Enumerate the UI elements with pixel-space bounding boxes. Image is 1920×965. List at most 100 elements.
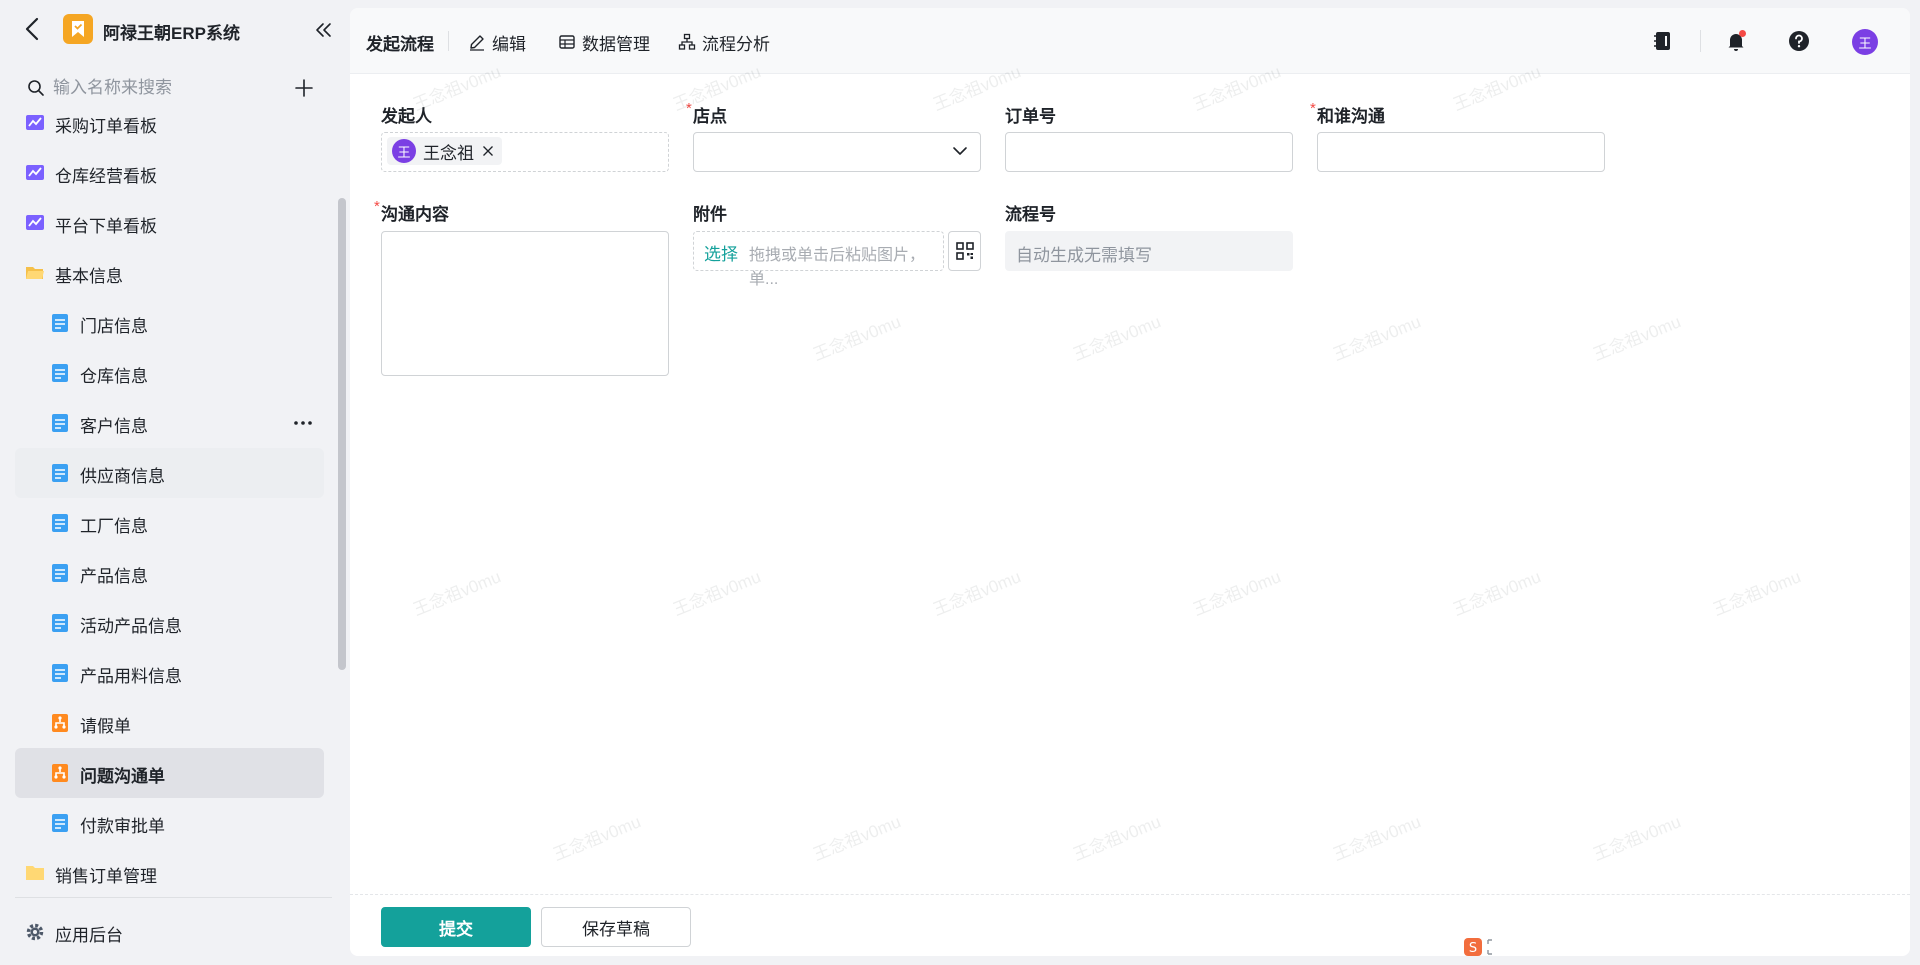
table-icon xyxy=(559,35,575,49)
sidebar-item-leave-request[interactable]: 请假单 xyxy=(15,698,324,748)
sidebar-item-store-info[interactable]: 门店信息 xyxy=(15,298,324,348)
submit-button[interactable]: 提交 xyxy=(381,907,531,947)
sidebar-item-payment-approval[interactable]: 付款审批单 xyxy=(15,798,324,848)
more-icon[interactable] xyxy=(293,420,313,426)
sidebar-item-label: 平台下单看板 xyxy=(55,217,157,236)
watermark: 王念祖v0mu xyxy=(810,312,904,365)
form-icon xyxy=(52,664,68,682)
toolbar-divider xyxy=(1700,30,1701,52)
app-backend-link[interactable]: 应用后台 xyxy=(15,907,324,957)
contact-with-label: * 和谁沟通 xyxy=(1310,100,1385,126)
sidebar-menu: 采购订单看板 仓库经营看板 平台下单看板 基本信息 门店信息 仓库信息 客户信息 xyxy=(0,100,335,895)
sidebar-item-label: 仓库经营看板 xyxy=(55,167,157,186)
initiator-field[interactable]: 王 王念祖 xyxy=(381,132,669,172)
sidebar-item-label: 客户信息 xyxy=(80,417,148,436)
edit-icon xyxy=(470,35,484,51)
watermark: 王念祖v0mu xyxy=(1590,812,1684,865)
sidebar-item-promo-product-info[interactable]: 活动产品信息 xyxy=(15,598,324,648)
content-label: * 沟通内容 xyxy=(374,198,449,224)
toolbar: 发起流程 编辑 数据管理 流程分析 王 xyxy=(350,8,1910,74)
avatar: 王 xyxy=(392,139,416,163)
chart-board-icon xyxy=(26,215,44,230)
sidebar-search xyxy=(25,76,325,102)
sidebar-item-purchase-board[interactable]: 采购订单看板 xyxy=(15,100,324,148)
sidebar-item-label: 门店信息 xyxy=(80,317,148,336)
notebook-icon[interactable] xyxy=(1652,30,1674,52)
attachment-dropzone[interactable]: 选择 拖拽或单击后粘贴图片，单... xyxy=(693,231,944,288)
tab-flow-analysis-label: 流程分析 xyxy=(702,34,770,54)
sidebar-item-warehouse-info[interactable]: 仓库信息 xyxy=(15,348,324,398)
tab-flow-analysis[interactable]: 流程分析 xyxy=(678,30,770,54)
watermark: 王念祖v0mu xyxy=(1070,812,1164,865)
content-textarea[interactable] xyxy=(381,231,669,376)
sidebar-folder-basic-info[interactable]: 基本信息 xyxy=(15,248,324,298)
notification-dot xyxy=(1739,30,1746,37)
tab-data-manage-label: 数据管理 xyxy=(582,34,650,54)
form-icon xyxy=(52,414,68,432)
add-icon[interactable] xyxy=(294,78,314,98)
watermark: 王念祖v0mu xyxy=(1190,567,1284,620)
qr-upload-button[interactable] xyxy=(948,231,981,271)
workflow-icon xyxy=(52,714,68,732)
folder-icon xyxy=(26,866,44,880)
sidebar-folder-sales-order[interactable]: 销售订单管理 xyxy=(15,848,324,895)
sidebar-item-factory-info[interactable]: 工厂信息 xyxy=(15,498,324,548)
close-icon[interactable] xyxy=(482,145,494,157)
app-logo xyxy=(63,14,93,44)
watermark: 王念祖v0mu xyxy=(1590,312,1684,365)
store-select[interactable] xyxy=(693,132,981,172)
sidebar-item-label: 工厂信息 xyxy=(80,517,148,536)
save-draft-button[interactable]: 保存草稿 xyxy=(541,907,691,947)
sidebar-item-label: 问题沟通单 xyxy=(80,767,165,786)
order-no-label: 订单号 xyxy=(1005,107,1056,126)
watermark: 王念祖v0mu xyxy=(670,567,764,620)
back-arrow-icon[interactable] xyxy=(22,16,44,42)
sidebar-item-label: 活动产品信息 xyxy=(80,617,182,636)
tab-start-flow[interactable]: 发起流程 xyxy=(366,30,434,54)
sidebar-item-warehouse-board[interactable]: 仓库经营看板 xyxy=(15,148,324,198)
chevron-down-icon xyxy=(953,147,967,155)
flow-no-input: 自动生成无需填写 xyxy=(1005,231,1293,271)
sidebar-item-product-material-info[interactable]: 产品用料信息 xyxy=(15,648,324,698)
watermark: 王念祖v0mu xyxy=(1710,567,1804,620)
initiator-label: 发起人 xyxy=(381,107,432,126)
folder-open-icon xyxy=(26,267,44,279)
sidebar-item-issue-communication[interactable]: 问题沟通单 xyxy=(15,748,324,798)
form-footer: 提交 保存草稿 xyxy=(350,894,1910,956)
user-tag-name: 王念祖 xyxy=(423,143,474,163)
tab-edit[interactable]: 编辑 xyxy=(468,30,526,54)
form-icon xyxy=(52,364,68,382)
watermark: 王念祖v0mu xyxy=(1070,312,1164,365)
help-icon[interactable] xyxy=(1788,30,1810,52)
sidebar-item-label: 产品信息 xyxy=(80,567,148,586)
sidebar-item-customer-info[interactable]: 客户信息 xyxy=(15,398,324,448)
attachment-choose-link[interactable]: 选择 xyxy=(704,240,738,265)
flow-form: 发起人 王 王念祖 * 店点 订单号 * 和谁沟通 * 沟通内容 附件 选择 拖拽或单… xyxy=(350,62,1910,894)
sidebar-scrollbar[interactable] xyxy=(338,198,346,670)
watermark: 王念祖v0mu xyxy=(810,812,904,865)
contact-with-input[interactable] xyxy=(1317,132,1605,172)
form-icon xyxy=(52,514,68,532)
order-no-input[interactable] xyxy=(1005,132,1293,172)
search-icon xyxy=(28,80,44,96)
store-label: * 店点 xyxy=(686,100,727,126)
sidebar-item-label: 产品用料信息 xyxy=(80,667,182,686)
watermark: 王念祖v0mu xyxy=(550,812,644,865)
flow-chart-icon xyxy=(678,33,696,50)
sidebar-item-supplier-info[interactable]: 供应商信息 xyxy=(15,448,324,498)
collapse-sidebar-icon[interactable] xyxy=(314,20,334,40)
tab-data-manage[interactable]: 数据管理 xyxy=(558,30,650,54)
sidebar-item-label: 采购订单看板 xyxy=(55,117,157,136)
user-avatar[interactable]: 王 xyxy=(1852,29,1878,55)
ime-icon[interactable]: S xyxy=(1450,932,1510,962)
sidebar-item-label: 请假单 xyxy=(80,717,131,736)
search-input[interactable] xyxy=(53,76,273,100)
sidebar-item-label: 供应商信息 xyxy=(80,467,165,486)
sidebar: 阿禄王朝ERP系统 采购订单看板 仓库经营看板 平台下单看板 基本信息 门店信息 xyxy=(0,0,350,965)
watermark: 王念祖v0mu xyxy=(410,567,504,620)
sidebar-item-platform-board[interactable]: 平台下单看板 xyxy=(15,198,324,248)
chart-board-icon xyxy=(26,115,44,130)
watermark: 王念祖v0mu xyxy=(1450,567,1544,620)
flow-no-placeholder: 自动生成无需填写 xyxy=(1016,246,1152,265)
sidebar-item-product-info[interactable]: 产品信息 xyxy=(15,548,324,598)
